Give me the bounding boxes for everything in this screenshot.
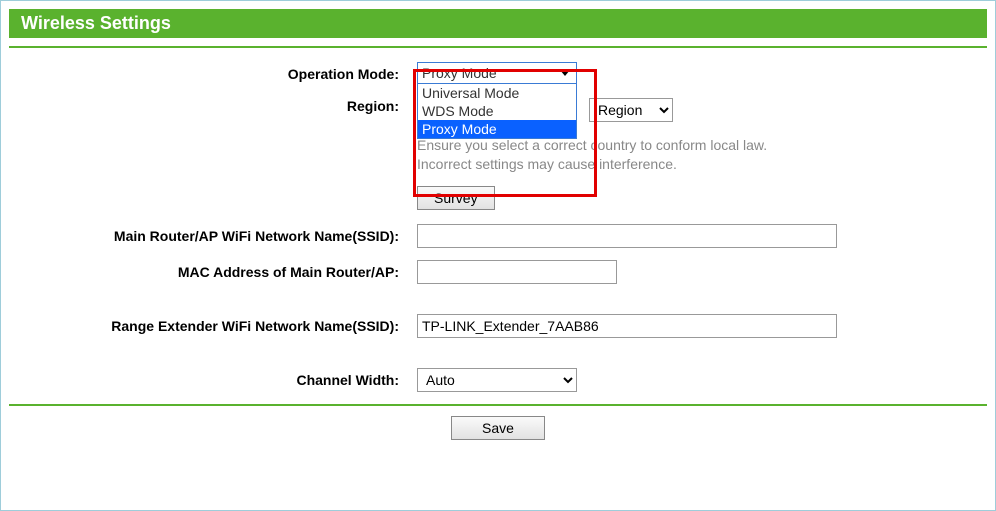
operation-mode-option-universal[interactable]: Universal Mode	[418, 84, 576, 102]
operation-mode-dropdown[interactable]: Proxy Mode Universal Mode WDS Mode Proxy…	[417, 62, 577, 139]
operation-mode-option-wds[interactable]: WDS Mode	[418, 102, 576, 120]
page-title-bar: Wireless Settings	[9, 9, 987, 38]
survey-button[interactable]: Survey	[417, 186, 495, 210]
save-button[interactable]: Save	[451, 416, 545, 440]
mac-field	[417, 260, 979, 284]
top-divider	[9, 46, 987, 48]
main-ssid-field	[417, 224, 979, 248]
extender-ssid-field	[417, 314, 979, 338]
operation-mode-selected-text: Proxy Mode	[422, 65, 497, 81]
settings-form: Operation Mode: Proxy Mode Universal Mod…	[9, 62, 987, 392]
row-channel-width: Channel Width: Auto	[17, 368, 979, 392]
channel-width-select[interactable]: Auto	[417, 368, 577, 392]
region-select[interactable]: Region	[589, 98, 673, 122]
row-survey: Survey	[17, 186, 979, 210]
row-operation-mode: Operation Mode: Proxy Mode Universal Mod…	[17, 62, 979, 86]
extender-ssid-label: Range Extender WiFi Network Name(SSID):	[17, 318, 417, 334]
operation-mode-selected[interactable]: Proxy Mode	[418, 63, 576, 84]
extender-ssid-input[interactable]	[417, 314, 837, 338]
mac-label: MAC Address of Main Router/AP:	[17, 264, 417, 280]
bottom-divider	[9, 404, 987, 406]
channel-width-label: Channel Width:	[17, 372, 417, 388]
row-mac: MAC Address of Main Router/AP:	[17, 260, 979, 284]
region-warning-line1: Ensure you select a correct country to c…	[417, 137, 767, 153]
survey-field: Survey	[417, 186, 979, 210]
operation-mode-label: Operation Mode:	[17, 66, 417, 82]
row-save: Save	[9, 416, 987, 440]
region-warning: Ensure you select a correct country to c…	[417, 136, 979, 174]
page-title: Wireless Settings	[21, 13, 171, 33]
main-ssid-input[interactable]	[417, 224, 837, 248]
mac-input[interactable]	[417, 260, 617, 284]
region-warning-line2: Incorrect settings may cause interferenc…	[417, 156, 677, 172]
chevron-down-icon	[560, 70, 570, 76]
operation-mode-field: Proxy Mode Universal Mode WDS Mode Proxy…	[417, 62, 979, 86]
row-main-ssid: Main Router/AP WiFi Network Name(SSID):	[17, 224, 979, 248]
operation-mode-option-proxy[interactable]: Proxy Mode	[418, 120, 576, 138]
main-ssid-label: Main Router/AP WiFi Network Name(SSID):	[17, 228, 417, 244]
region-label: Region:	[17, 98, 417, 114]
channel-width-field: Auto	[417, 368, 979, 392]
row-extender-ssid: Range Extender WiFi Network Name(SSID):	[17, 314, 979, 338]
